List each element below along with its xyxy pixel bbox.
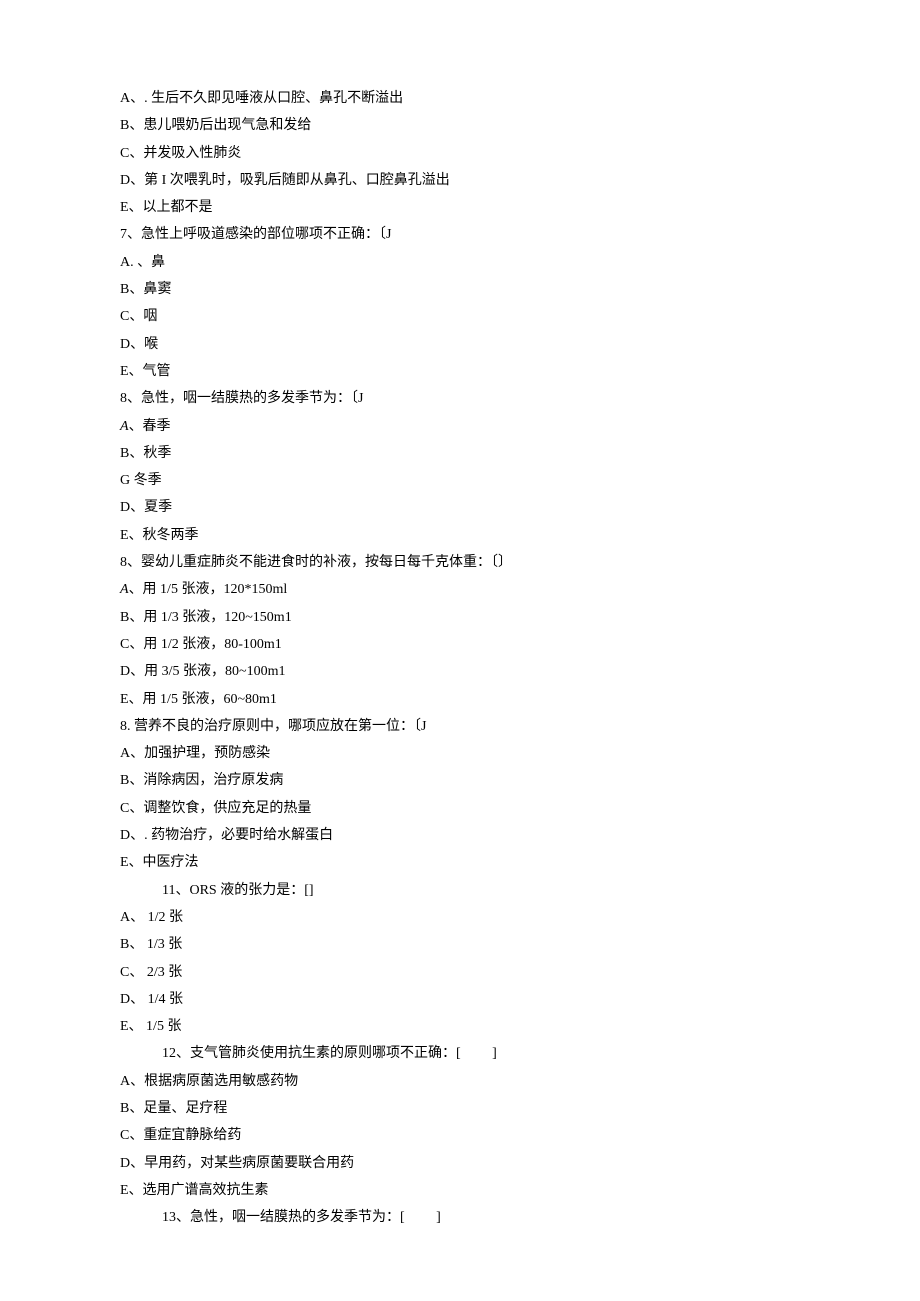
text-line: C、 2/3 张 [120,959,800,986]
text-line: B、足量、足疗程 [120,1095,800,1122]
text-line: A、加强护理，预防感染 [120,740,800,767]
text-line: A. 、鼻 [120,249,800,276]
text-line: 12、支气管肺炎使用抗生素的原则哪项不正确：[ ] [120,1040,800,1067]
text-line: C、用 1/2 张液，80-100m1 [120,631,800,658]
text-line: 8. 营养不良的治疗原则中，哪项应放在第一位：〔J [120,713,800,740]
text-line: 7、急性上呼吸道感染的部位哪项不正确：〔J [120,221,800,248]
text-line: E、选用广谱高效抗生素 [120,1177,800,1204]
text-line: C、咽 [120,303,800,330]
text-line: 8、婴幼儿重症肺炎不能进食时的补液，按每日每千克体重：〔〕 [120,549,800,576]
text-line: A、用 1/5 张液，120*150ml [120,576,800,603]
text-line: C、重症宜静脉给药 [120,1122,800,1149]
text-line: 13、急性，咽一结膜热的多发季节为：[ ] [120,1204,800,1231]
text-line: E、用 1/5 张液，60~80m1 [120,686,800,713]
text-line: A、春季 [120,413,800,440]
text-line: D、早用药，对某些病原菌要联合用药 [120,1150,800,1177]
text-line: B、秋季 [120,440,800,467]
text-line: E、以上都不是 [120,194,800,221]
document-content: A、. 生后不久即见唾液从口腔、鼻孔不断溢出B、患儿喂奶后出现气急和发给C、并发… [120,85,800,1231]
text-line: A、. 生后不久即见唾液从口腔、鼻孔不断溢出 [120,85,800,112]
text-line: D、 1/4 张 [120,986,800,1013]
text-line: B、消除病因，治疗原发病 [120,767,800,794]
text-line: E、中医疗法 [120,849,800,876]
text-line: B、鼻窦 [120,276,800,303]
text-line: D、. 药物治疗，必要时给水解蛋白 [120,822,800,849]
text-line: B、患儿喂奶后出现气急和发给 [120,112,800,139]
text-line: G 冬季 [120,467,800,494]
text-line: C、调整饮食，供应充足的热量 [120,795,800,822]
text-line: D、用 3/5 张液，80~100m1 [120,658,800,685]
text-line: B、 1/3 张 [120,931,800,958]
text-line: 11、ORS 液的张力是：[] [120,877,800,904]
text-line: 8、急性，咽一结膜热的多发季节为：〔J [120,385,800,412]
text-line: D、夏季 [120,494,800,521]
text-line: C、并发吸入性肺炎 [120,140,800,167]
text-line: D、喉 [120,331,800,358]
text-line: A、根据病原菌选用敏感药物 [120,1068,800,1095]
text-line: E、 1/5 张 [120,1013,800,1040]
text-line: B、用 1/3 张液，120~150m1 [120,604,800,631]
text-line: E、秋冬两季 [120,522,800,549]
text-line: A、 1/2 张 [120,904,800,931]
text-line: D、第 I 次喂乳时，吸乳后随即从鼻孔、口腔鼻孔溢出 [120,167,800,194]
text-line: E、气管 [120,358,800,385]
